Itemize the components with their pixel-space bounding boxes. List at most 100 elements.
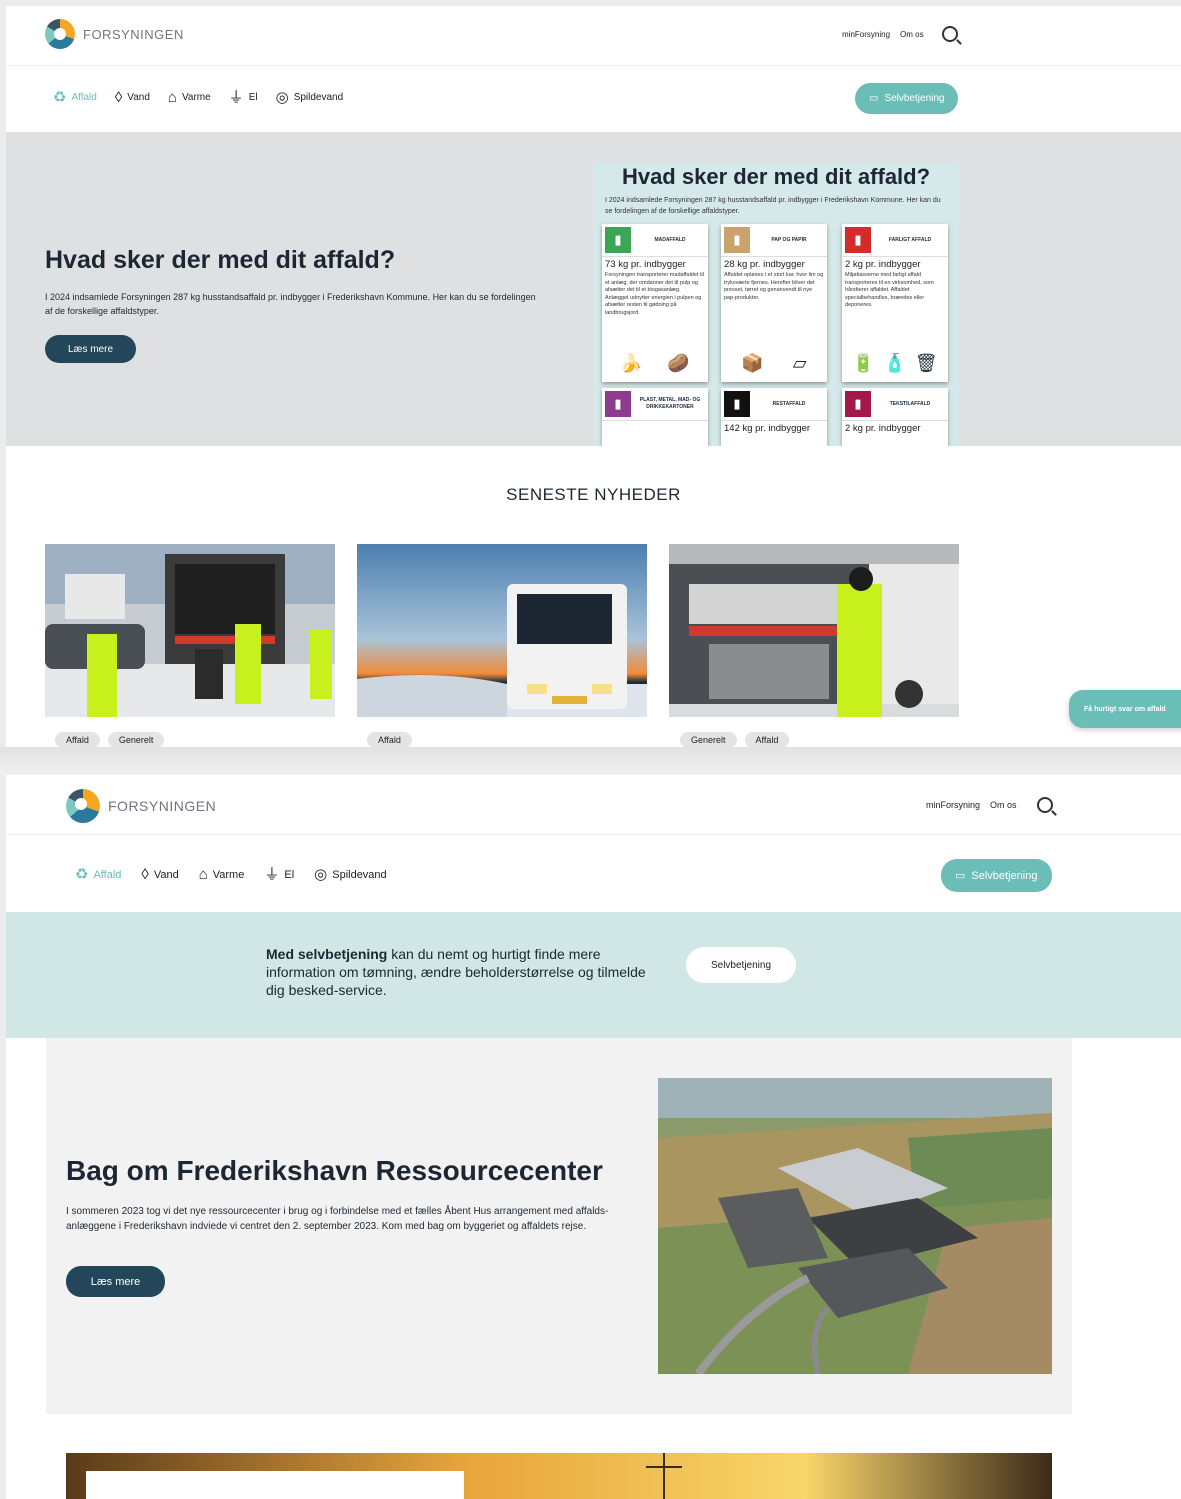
quick-answer-label: Få hurtigt svar om affald [1084,705,1166,713]
tag[interactable]: Affald [744,732,790,747]
self-service-label: Selvbetjening [884,93,945,104]
news-tags-3: Generelt Affald [680,732,790,747]
nav-item-label: El [284,868,295,881]
brand-logo[interactable]: FORSYNINGEN [45,19,184,49]
self-service-bold: Med selvbetjening [266,946,388,962]
top-links: minForsyning Om os [926,797,1053,813]
self-service-banner-button[interactable]: Selvbetjening [686,947,796,983]
waste-category: PAP OG PAPIR [771,236,807,243]
waste-card-header: ▮ FARLIGT AFFALD [842,224,948,256]
search-icon[interactable] [1036,797,1053,813]
waste-category-icon: ▮ [845,227,871,253]
hero-title: Hvad sker der med dit affald? [45,246,396,274]
plug-icon: ⏚ [228,89,244,106]
waste-category-icon: ▮ [605,391,631,417]
waste-card: ▮ FARLIGT AFFALD 2 kg pr. indbygger Miljøka… [842,224,948,382]
news-tags-2: Affald [367,732,412,747]
nav-item-label: Vand [127,92,150,103]
waste-pictograms: 🔋 🧴 🗑 [848,353,942,374]
hero-read-more-button[interactable]: Læs mere [45,335,136,363]
heat-house-icon: ⌂ [167,89,177,106]
waste-card: ▮ MADAFFALD 73 kg pr. indbygger Forsyningen… [602,224,708,382]
nav-item-affald[interactable]: ♻ Affald [53,90,97,105]
top-links: minForsyning Om os [842,26,958,42]
nav-item-el[interactable]: ⏚ El [264,867,294,882]
waste-description: Forsyningen transporterer madaffaldet ti… [605,272,704,316]
ressourcecenter-title: Bag om Frederikshavn Ressourcecenter [66,1155,603,1186]
waste-pictograms: 📦 ▱ [727,353,821,374]
tag[interactable]: Affald [367,732,412,747]
banner-button-label: Selvbetjening [710,959,772,971]
ressourcecenter-aerial-image [658,1078,1052,1374]
hero-button-label: Læs mere [67,343,113,355]
search-icon[interactable] [941,26,958,42]
brand-name: FORSYNINGEN [108,798,217,814]
nav-item-varme[interactable]: ⌂ Varme [168,90,211,105]
waste-card: ▮ TEKSTILAFFALD 2 kg pr. indbygger [842,388,948,446]
link-minforsyning[interactable]: minForsyning [926,800,980,810]
nav-item-vand[interactable]: ◊ Vand [115,90,150,105]
hero-section: Hvad sker der med dit affald? I 2024 ind… [6,132,1181,446]
main-nav: ♻ Affald ◊ Vand ⌂ Varme ⏚ El ◎ Spildevand ▭ Selvb… [6,66,1181,132]
waste-pictograms: 🍌 🥔 [608,353,702,374]
waste-item-icon: 🔋 [852,353,875,373]
water-drop-icon: ◊ [114,89,123,106]
self-service-text: Med selvbetjening kan du nemt og hurtigt… [266,945,666,999]
nav-item-varme[interactable]: ⌂ Varme [199,867,245,882]
self-service-label: Selvbetjening [971,869,1038,882]
link-om-os[interactable]: Om os [990,800,1017,810]
waste-category: FARLIGT AFFALD [888,236,932,243]
brand-logo[interactable]: FORSYNINGEN [66,789,216,823]
nav-item-spildevand[interactable]: ◎ Spildevand [276,90,344,105]
nav-item-spildevand[interactable]: ◎ Spildevand [314,867,387,882]
nav-item-label: Affald [71,92,97,103]
waste-item-icon: 🍌 [620,353,643,373]
infographic-title: Hvad sker der med dit affald? [621,164,931,189]
nav-item-affald[interactable]: ♻ Affald [75,867,121,882]
tag[interactable]: Affald [55,732,100,747]
nav-item-vand[interactable]: ◊ Vand [141,867,178,882]
waste-amount: 28 kg pr. indbygger [721,256,827,272]
waste-category-icon: ▮ [605,227,631,253]
news-image-3[interactable] [669,544,959,717]
link-minforsyning[interactable]: minForsyning [842,30,890,39]
quick-answer-button[interactable]: Få hurtigt svar om affald [1069,690,1181,728]
waste-category: RESTAFFALD [772,400,806,407]
nav-item-label: Vand [153,868,179,881]
self-service-banner: Med selvbetjening kan du nemt og hurtigt… [6,912,1181,1038]
wastewater-icon: ◎ [314,866,328,883]
recycle-icon: ♻ [53,89,67,106]
ressourcecenter-button-label: Læs mere [90,1275,141,1288]
link-om-os[interactable]: Om os [900,30,924,39]
waste-item-icon: 📦 [741,353,764,373]
page-screenshot-bottom: FORSYNINGEN minForsyning Om os ♻ Affald ◊ V… [6,775,1181,1499]
news-image-2[interactable] [357,544,647,717]
waste-amount: 142 kg pr. indbygger [721,420,827,436]
self-service-button[interactable]: ▭ Selvbetjening [941,859,1052,892]
waste-category-icon: ▮ [845,391,871,417]
tag[interactable]: Generelt [680,732,737,747]
waste-amount: 2 kg pr. indbygger [842,420,948,436]
waste-amount [602,420,708,425]
site-header: FORSYNINGEN minForsyning Om os [6,6,1181,66]
page-screenshot-top: FORSYNINGEN minForsyning Om os ♻ Affald ◊ V… [6,6,1181,747]
site-header: FORSYNINGEN minForsyning Om os [6,775,1181,835]
ressourcecenter-read-more-button[interactable]: Læs mere [66,1266,165,1297]
waste-card: ▮ RESTAFFALD 142 kg pr. indbygger [721,388,827,446]
infographic-subtitle: I 2024 indsamlede Forsyningen 287 kg hus… [605,197,941,215]
logo-mark-icon [45,19,75,49]
tag[interactable]: Generelt [107,732,165,747]
self-service-button[interactable]: ▭ Selvbetjening [855,83,958,114]
waste-card-header: ▮ MADAFFALD [602,224,708,256]
plug-icon: ⏚ [264,866,280,883]
monitor-icon: ▭ [869,93,879,104]
sunset-power-line-image [66,1453,1052,1499]
wastewater-icon: ◎ [275,89,289,106]
waste-item-icon: 🥔 [667,353,690,373]
waste-card-header: ▮ TEKSTILAFFALD [842,388,948,420]
hero-text: I 2024 indsamlede Forsyningen 287 kg hus… [45,292,536,316]
news-image-1[interactable] [45,544,335,717]
recycle-icon: ♻ [75,866,89,883]
nav-item-el[interactable]: ⏚ El [229,90,258,105]
waste-amount: 73 kg pr. indbygger [602,256,708,272]
